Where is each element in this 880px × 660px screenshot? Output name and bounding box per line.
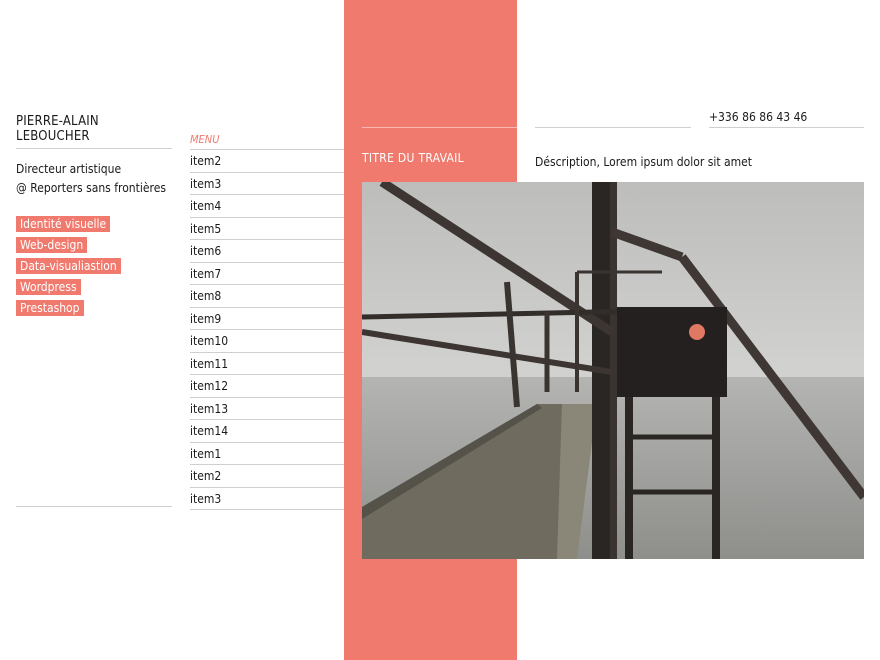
menu-item[interactable]: item2 <box>190 465 344 488</box>
profile-column: PIERRE-ALAIN LEBOUCHER Directeur artisti… <box>16 100 172 321</box>
work-description: Déscription, Lorem ipsum dolor sit amet <box>535 155 752 169</box>
menu-heading: MENU <box>190 131 344 150</box>
profile-bottom-divider <box>16 506 172 507</box>
menu-item[interactable]: item3 <box>190 173 344 195</box>
tag-web-design[interactable]: Web-design <box>16 237 88 253</box>
phone-number[interactable]: +336 86 86 43 46 <box>709 110 807 124</box>
role-line-2: @ Reporters sans frontières <box>16 181 166 195</box>
menu-item[interactable]: item5 <box>190 218 344 240</box>
project-photo <box>362 182 864 559</box>
tag-prestashop[interactable]: Prestashop <box>16 300 84 316</box>
title-divider <box>362 127 517 128</box>
menu-item[interactable]: item13 <box>190 398 344 420</box>
fishing-hut-photo <box>362 182 864 559</box>
menu-item[interactable]: item10 <box>190 330 344 353</box>
role-line-1: Directeur artistique <box>16 162 122 176</box>
menu-item[interactable]: item6 <box>190 240 344 263</box>
phone-divider <box>709 127 864 128</box>
work-title: TITRE DU TRAVAIL <box>362 151 464 165</box>
menu-item[interactable]: item4 <box>190 195 344 218</box>
menu-item[interactable]: item11 <box>190 353 344 375</box>
skill-tags: Identité visuelle Web-design Data-visual… <box>16 216 172 316</box>
project-menu: MENU item2 item3 item4 item5 item6 item7… <box>190 131 344 510</box>
description-divider <box>535 127 691 128</box>
tag-data-visualisation[interactable]: Data-visualiastion <box>16 258 121 274</box>
menu-item[interactable]: item7 <box>190 263 344 285</box>
menu-item[interactable]: item8 <box>190 285 344 308</box>
tag-identite-visuelle[interactable]: Identité visuelle <box>16 216 111 232</box>
menu-item[interactable]: item12 <box>190 375 344 398</box>
profile-role: Directeur artistique @ Reporters sans fr… <box>16 160 172 198</box>
tag-wordpress[interactable]: Wordpress <box>16 279 81 295</box>
menu-item[interactable]: item14 <box>190 420 344 443</box>
profile-name: PIERRE-ALAIN LEBOUCHER <box>16 106 172 149</box>
menu-item[interactable]: item9 <box>190 308 344 330</box>
menu-item[interactable]: item2 <box>190 150 344 173</box>
menu-item[interactable]: item1 <box>190 443 344 465</box>
menu-item[interactable]: item3 <box>190 488 344 510</box>
